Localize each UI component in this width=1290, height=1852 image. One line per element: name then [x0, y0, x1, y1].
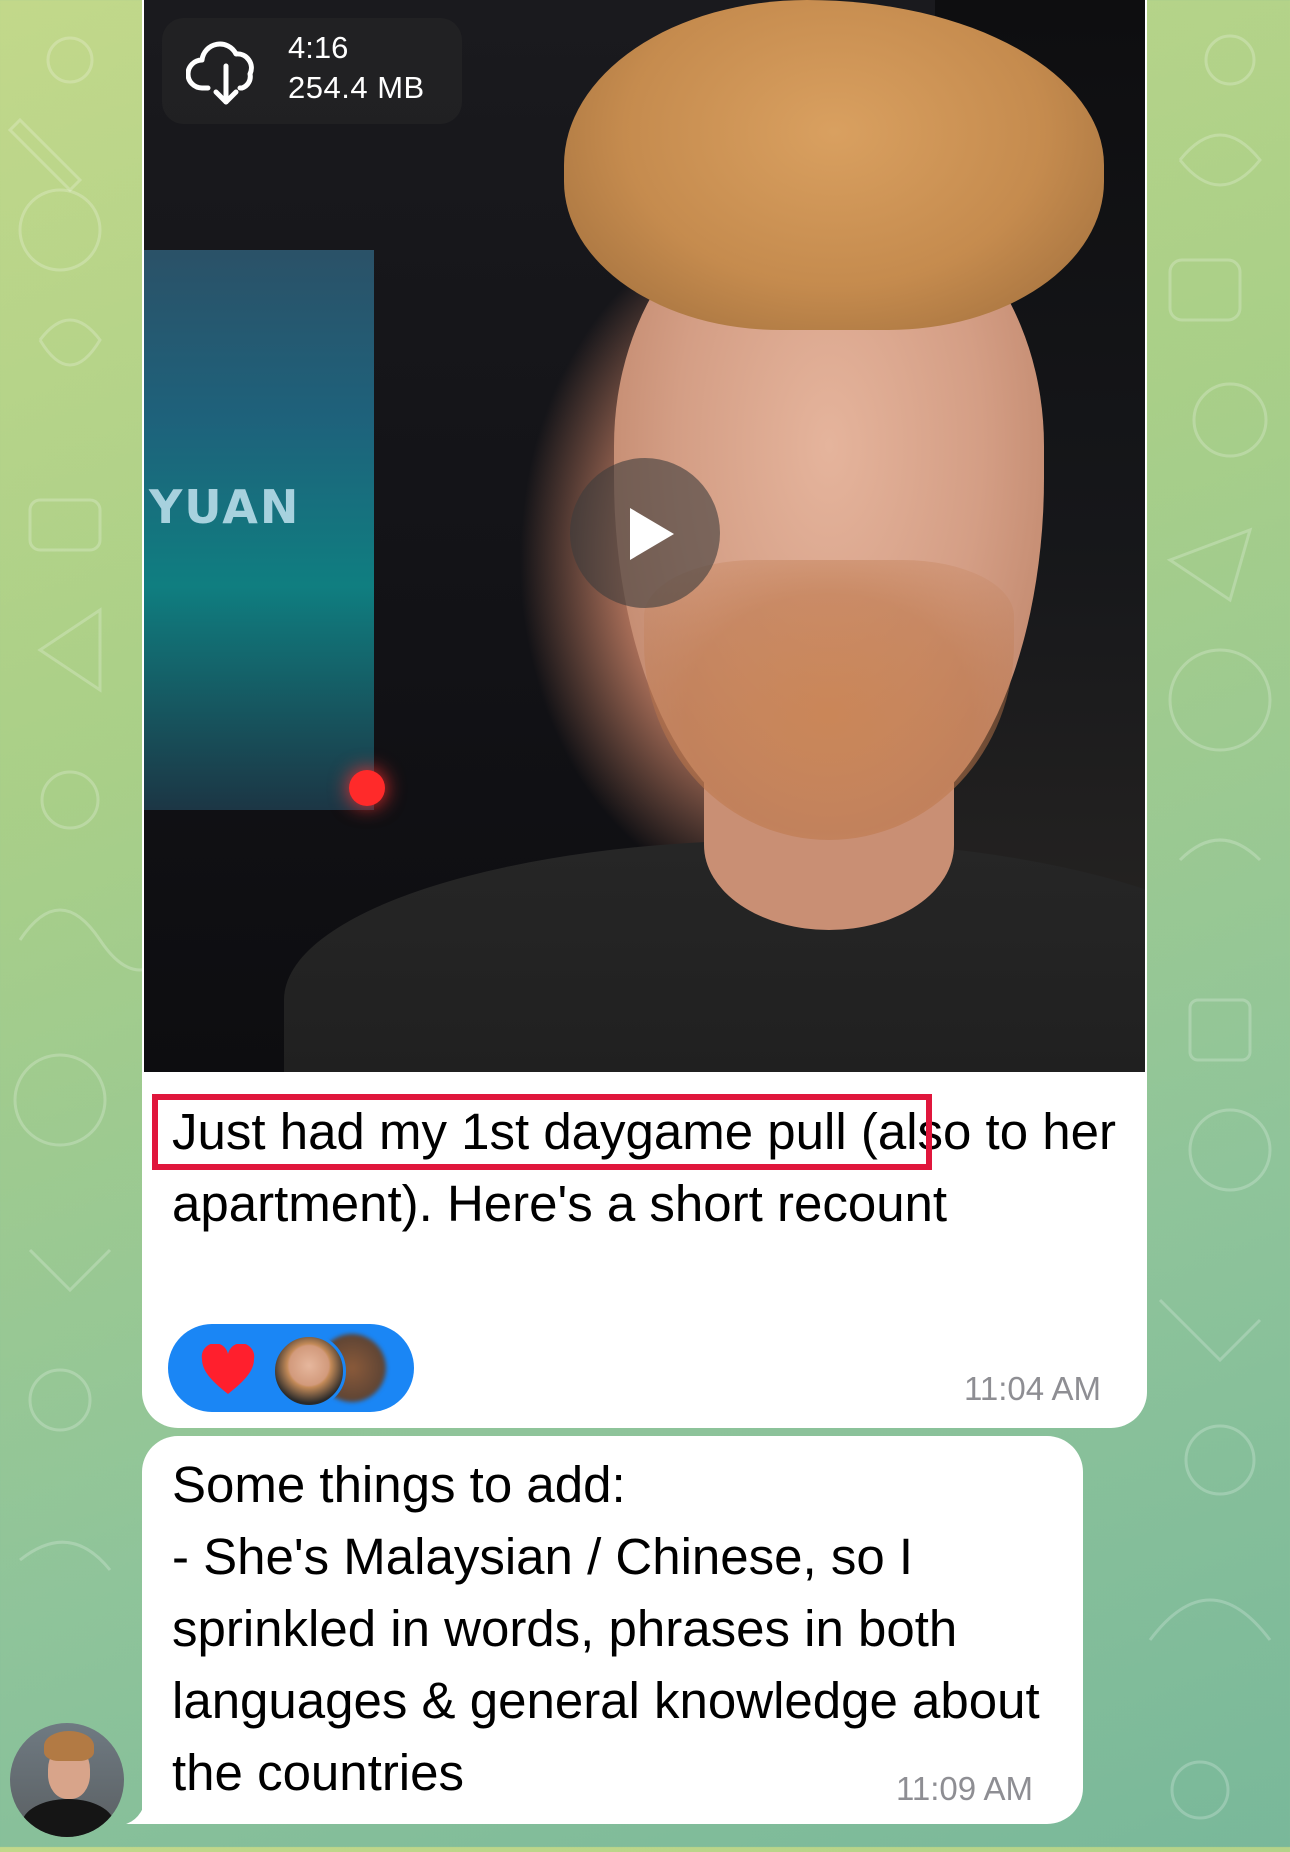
video-background-traffic-light — [349, 770, 385, 806]
avatar-body — [22, 1799, 114, 1837]
message-timestamp: 11:09 AM — [896, 1770, 1033, 1807]
message-timestamp: 11:04 AM — [964, 1370, 1101, 1407]
highlight-annotation-box — [152, 1094, 932, 1170]
heart-icon — [201, 1344, 255, 1394]
play-icon[interactable] — [570, 458, 720, 608]
reactor-avatar — [272, 1334, 346, 1408]
message-text: Some things to add: - She's Malaysian / … — [172, 1456, 1040, 1801]
bubble-tail — [126, 1790, 166, 1824]
video-duration: 4:16 — [288, 30, 349, 65]
reaction-pill[interactable] — [168, 1324, 414, 1412]
cloud-download-icon[interactable] — [185, 36, 266, 106]
video-file-size: 254.4 MB — [288, 70, 425, 105]
video-background-sign: YUAN — [149, 480, 301, 534]
video-download-pill[interactable]: 4:16 254.4 MB — [162, 18, 462, 124]
play-button[interactable] — [570, 458, 720, 608]
avatar-hair — [44, 1731, 94, 1761]
sender-avatar[interactable] — [10, 1723, 124, 1837]
